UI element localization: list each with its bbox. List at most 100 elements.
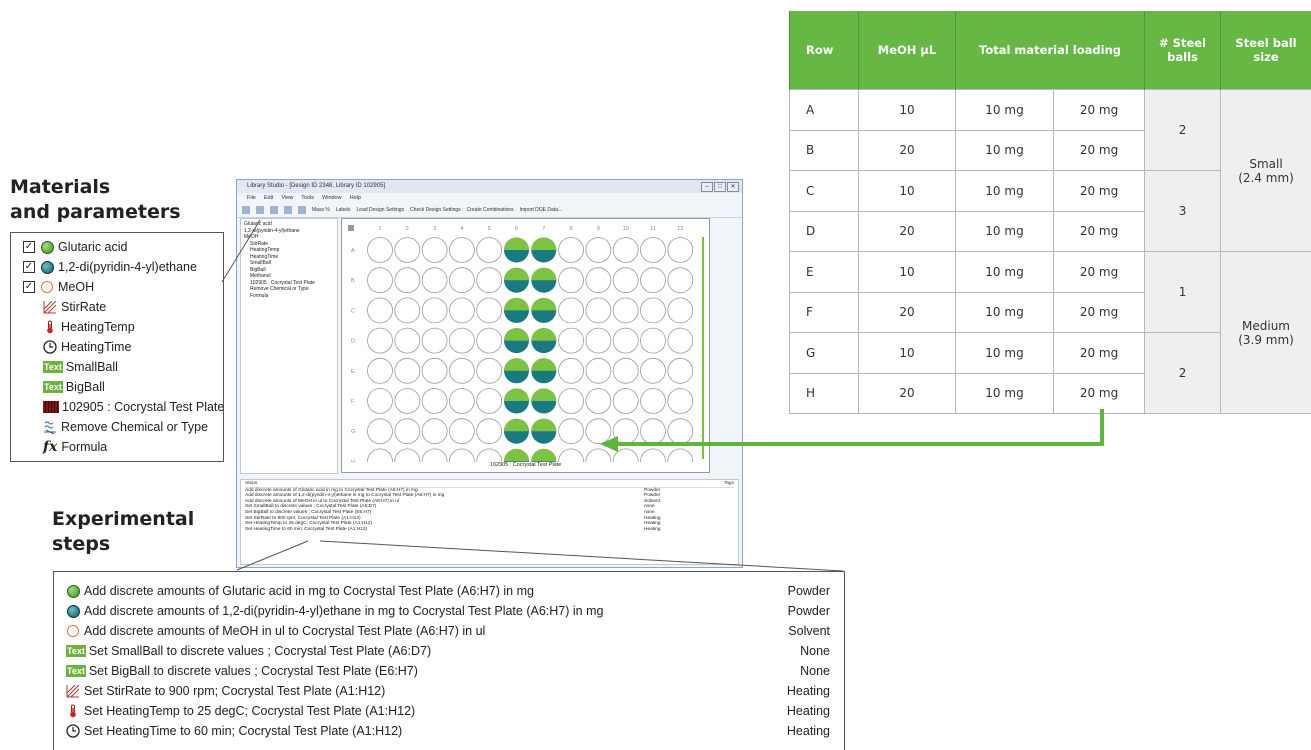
well-empty[interactable] bbox=[668, 238, 693, 263]
step-row[interactable]: Add discrete amounts of Glutaric acid in… bbox=[66, 581, 830, 601]
well-empty[interactable] bbox=[613, 449, 638, 462]
toolbar-load-design[interactable]: Load Design Settings bbox=[357, 203, 405, 217]
well-empty[interactable] bbox=[668, 268, 693, 293]
toolbar-create-combinations[interactable]: Create Combinations bbox=[467, 203, 514, 217]
material-item-heatingtime[interactable]: HeatingTime bbox=[43, 337, 131, 357]
well-empty[interactable] bbox=[559, 449, 584, 462]
menu-file[interactable]: File bbox=[247, 193, 256, 203]
well-empty[interactable] bbox=[395, 328, 420, 353]
minimize-icon[interactable]: – bbox=[701, 182, 713, 192]
well-empty[interactable] bbox=[641, 328, 666, 353]
well-empty[interactable] bbox=[641, 389, 666, 414]
step-row[interactable]: Add discrete amounts of 1,2-di(pyridin-4… bbox=[66, 601, 830, 621]
well-empty[interactable] bbox=[368, 358, 393, 383]
material-item-smallball[interactable]: Text SmallBall bbox=[43, 357, 118, 377]
step-row[interactable]: Set HeatingTime to 60 min; Cocrystal Tes… bbox=[66, 721, 830, 741]
material-item-remove[interactable]: Remove Chemical or Type bbox=[43, 417, 208, 437]
well-empty[interactable] bbox=[668, 389, 693, 414]
step-row[interactable]: Set StirRate to 900 rpm; Cocrystal Test … bbox=[66, 681, 830, 701]
menu-edit[interactable]: Edit bbox=[264, 193, 273, 203]
well-empty[interactable] bbox=[368, 268, 393, 293]
well-filled[interactable] bbox=[531, 328, 556, 353]
well-empty[interactable] bbox=[613, 328, 638, 353]
well-empty[interactable] bbox=[586, 358, 611, 383]
well-empty[interactable] bbox=[449, 268, 474, 293]
well-filled[interactable] bbox=[504, 449, 529, 462]
toolbar-check-design[interactable]: Check Design Settings bbox=[410, 203, 461, 217]
well-filled[interactable] bbox=[504, 298, 529, 323]
material-item-formula[interactable]: fx Formula bbox=[43, 437, 107, 457]
well-empty[interactable] bbox=[422, 449, 447, 462]
material-item-plate[interactable]: 102905 : Cocrystal Test Plate bbox=[43, 397, 224, 417]
well-empty[interactable] bbox=[586, 419, 611, 444]
well-empty[interactable] bbox=[586, 449, 611, 462]
well-empty[interactable] bbox=[422, 268, 447, 293]
well-empty[interactable] bbox=[477, 328, 502, 353]
well-empty[interactable] bbox=[559, 268, 584, 293]
toolbar-import-doe[interactable]: Import DOE Data... bbox=[520, 203, 563, 217]
well-empty[interactable] bbox=[477, 419, 502, 444]
well-empty[interactable] bbox=[422, 328, 447, 353]
well-empty[interactable] bbox=[559, 419, 584, 444]
toolbar-mass-percent[interactable]: Mass % bbox=[312, 203, 330, 217]
well-empty[interactable] bbox=[641, 268, 666, 293]
well-empty[interactable] bbox=[559, 389, 584, 414]
well-empty[interactable] bbox=[477, 238, 502, 263]
well-empty[interactable] bbox=[641, 358, 666, 383]
well-empty[interactable] bbox=[395, 449, 420, 462]
well-empty[interactable] bbox=[395, 419, 420, 444]
well-empty[interactable] bbox=[641, 298, 666, 323]
open-icon[interactable] bbox=[256, 206, 264, 214]
well-empty[interactable] bbox=[449, 358, 474, 383]
step-row[interactable]: TextSet SmallBall to discrete values ; C… bbox=[66, 641, 830, 661]
well-empty[interactable] bbox=[368, 389, 393, 414]
well-empty[interactable] bbox=[368, 419, 393, 444]
well-empty[interactable] bbox=[395, 298, 420, 323]
well-empty[interactable] bbox=[368, 449, 393, 462]
well-empty[interactable] bbox=[449, 328, 474, 353]
well-empty[interactable] bbox=[613, 298, 638, 323]
well-empty[interactable] bbox=[613, 389, 638, 414]
material-item-stirrate[interactable]: StirRate bbox=[43, 297, 106, 317]
material-item-glutaric-acid[interactable]: ✓ Glutaric acid bbox=[23, 237, 127, 257]
well-empty[interactable] bbox=[668, 449, 693, 462]
well-empty[interactable] bbox=[477, 449, 502, 462]
log-row[interactable]: Set HeatingTime to 60 min; Cocrystal Tes… bbox=[245, 527, 734, 533]
well-empty[interactable] bbox=[395, 389, 420, 414]
material-item-heatingtemp[interactable]: HeatingTemp bbox=[43, 317, 135, 337]
well-empty[interactable] bbox=[641, 419, 666, 444]
well-empty[interactable] bbox=[668, 419, 693, 444]
well-filled[interactable] bbox=[504, 358, 529, 383]
well-empty[interactable] bbox=[422, 358, 447, 383]
close-icon[interactable]: ✕ bbox=[727, 182, 739, 192]
well-empty[interactable] bbox=[395, 358, 420, 383]
menu-window[interactable]: Window bbox=[322, 193, 342, 203]
well-filled[interactable] bbox=[531, 238, 556, 263]
material-item-bigball[interactable]: Text BigBall bbox=[43, 377, 105, 397]
well-empty[interactable] bbox=[613, 419, 638, 444]
well-empty[interactable] bbox=[477, 268, 502, 293]
well-empty[interactable] bbox=[613, 268, 638, 293]
well-empty[interactable] bbox=[586, 268, 611, 293]
checkbox-checked-icon[interactable]: ✓ bbox=[23, 241, 35, 253]
well-empty[interactable] bbox=[586, 389, 611, 414]
well-empty[interactable] bbox=[668, 328, 693, 353]
well-empty[interactable] bbox=[449, 449, 474, 462]
well-empty[interactable] bbox=[668, 358, 693, 383]
tree-item[interactable]: Formula bbox=[244, 293, 334, 300]
well-empty[interactable] bbox=[586, 238, 611, 263]
well-empty[interactable] bbox=[586, 328, 611, 353]
well-empty[interactable] bbox=[368, 328, 393, 353]
zoom-icon[interactable] bbox=[298, 206, 306, 214]
checkbox-checked-icon[interactable]: ✓ bbox=[23, 281, 35, 293]
maximize-icon[interactable]: □ bbox=[714, 182, 726, 192]
step-row[interactable]: TextSet BigBall to discrete values ; Coc… bbox=[66, 661, 830, 681]
well-filled[interactable] bbox=[504, 268, 529, 293]
well-empty[interactable] bbox=[422, 298, 447, 323]
well-empty[interactable] bbox=[641, 238, 666, 263]
well-filled[interactable] bbox=[504, 328, 529, 353]
well-empty[interactable] bbox=[613, 358, 638, 383]
well-filled[interactable] bbox=[504, 238, 529, 263]
well-empty[interactable] bbox=[368, 238, 393, 263]
print-icon[interactable] bbox=[284, 206, 292, 214]
